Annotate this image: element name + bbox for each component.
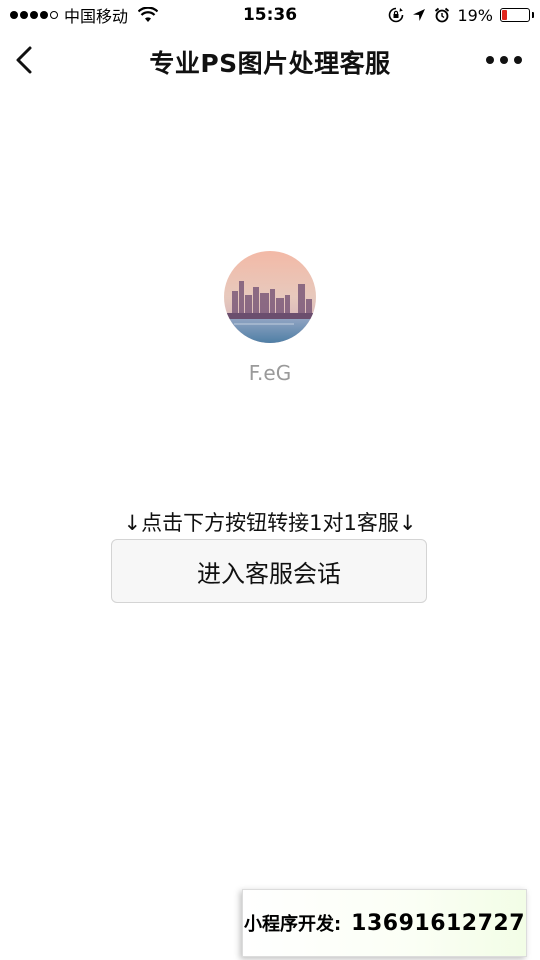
city-skyline-avatar: [224, 251, 316, 343]
more-dots-icon: [486, 56, 494, 64]
developer-contact-banner[interactable]: 小程序开发: 13691612727: [242, 889, 527, 957]
page-title: 专业PS图片处理客服: [149, 49, 391, 78]
carrier-name: 中国移动: [64, 7, 129, 26]
transfer-hint: ↓点击下方按钮转接1对1客服↓: [123, 511, 417, 535]
battery-icon: [500, 8, 534, 22]
signal-strength-icon: [10, 11, 58, 19]
developer-phone: 13691612727: [351, 910, 526, 936]
wifi-icon: [138, 7, 159, 22]
rotation-lock-icon: [389, 7, 404, 23]
profile-name: F.eG: [248, 361, 292, 385]
location-arrow-icon: [413, 9, 426, 21]
enter-chat-button[interactable]: 进入客服会话: [111, 539, 427, 603]
status-bar-right: 19%: [388, 6, 540, 25]
more-button[interactable]: [486, 50, 522, 70]
battery-level-fill: [502, 10, 507, 20]
avatar: [224, 251, 316, 343]
developer-label: 小程序开发:: [243, 914, 342, 935]
battery-percent: 19%: [457, 5, 493, 25]
status-bar: 中国移动 15:36 19%: [0, 0, 540, 30]
navigation-bar: 专业PS图片处理客服: [0, 30, 540, 90]
status-bar-left: 中国移动: [0, 3, 159, 27]
alarm-icon: [435, 7, 450, 23]
